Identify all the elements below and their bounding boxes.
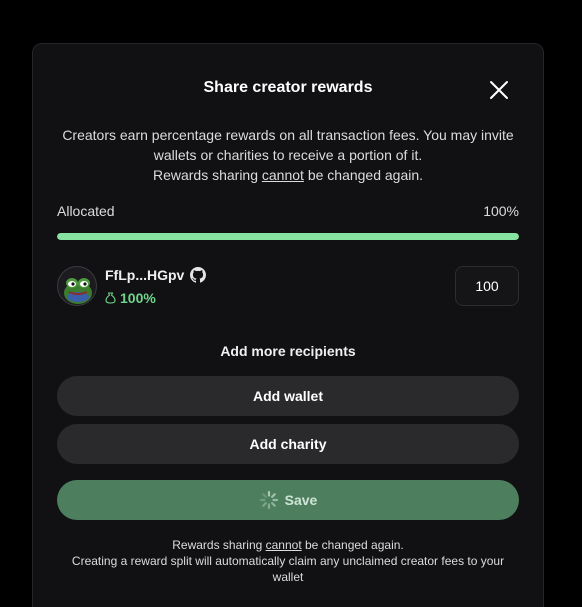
add-charity-button[interactable]: Add charity <box>57 424 519 464</box>
add-wallet-button[interactable]: Add wallet <box>57 376 519 416</box>
pepe-frog-avatar <box>64 278 92 304</box>
allocation-row: Allocated 100% <box>57 202 519 220</box>
recipient-name: FfLp...HGpv <box>105 267 185 283</box>
allocated-value: 100% <box>483 203 519 219</box>
recipient-row: FfLp...HGpv 100% <box>57 266 519 306</box>
recipient-percent: 100% <box>120 290 156 306</box>
add-wallet-label: Add wallet <box>252 388 323 404</box>
add-charity-label: Add charity <box>249 436 327 452</box>
description-text: Rewards sharing <box>152 167 262 183</box>
footer-text: Rewards sharing <box>172 538 266 552</box>
footer-line-1: Rewards sharing cannot be changed again. <box>57 537 519 553</box>
add-more-recipients-heading: Add more recipients <box>220 343 356 359</box>
money-bag-icon <box>105 292 116 304</box>
recipient-avatar <box>57 266 97 306</box>
modal-description: Creators earn percentage rewards on all … <box>47 125 529 185</box>
footer-line-2: Creating a reward split will automatical… <box>71 554 505 584</box>
recipient-percent-row: 100% <box>105 290 156 306</box>
loading-spinner-icon <box>259 490 278 510</box>
allocation-progress-fill <box>57 233 519 240</box>
description-line-1: Creators earn percentage rewards on all … <box>62 127 514 163</box>
recipient-percent-input[interactable] <box>455 266 519 306</box>
footer-note: Rewards sharing cannot be changed again.… <box>57 537 519 585</box>
description-text: be changed again. <box>303 167 424 183</box>
save-label: Save <box>284 492 318 508</box>
github-icon <box>190 267 207 283</box>
footer-text: be changed again. <box>301 538 404 552</box>
save-button[interactable]: Save <box>57 480 519 520</box>
footer-emphasis: cannot <box>265 538 302 552</box>
close-icon <box>490 81 508 99</box>
description-emphasis: cannot <box>261 167 304 183</box>
modal-title: Share creator rewards <box>203 79 373 96</box>
recipient-name-row: FfLp...HGpv <box>105 266 207 284</box>
description-line-2: Rewards sharing cannot be changed again. <box>47 165 529 185</box>
close-button[interactable] <box>488 79 510 101</box>
allocated-label: Allocated <box>57 203 115 219</box>
allocation-progress-bar <box>57 233 519 240</box>
share-rewards-modal: Share creator rewards Creators earn perc… <box>32 43 544 607</box>
